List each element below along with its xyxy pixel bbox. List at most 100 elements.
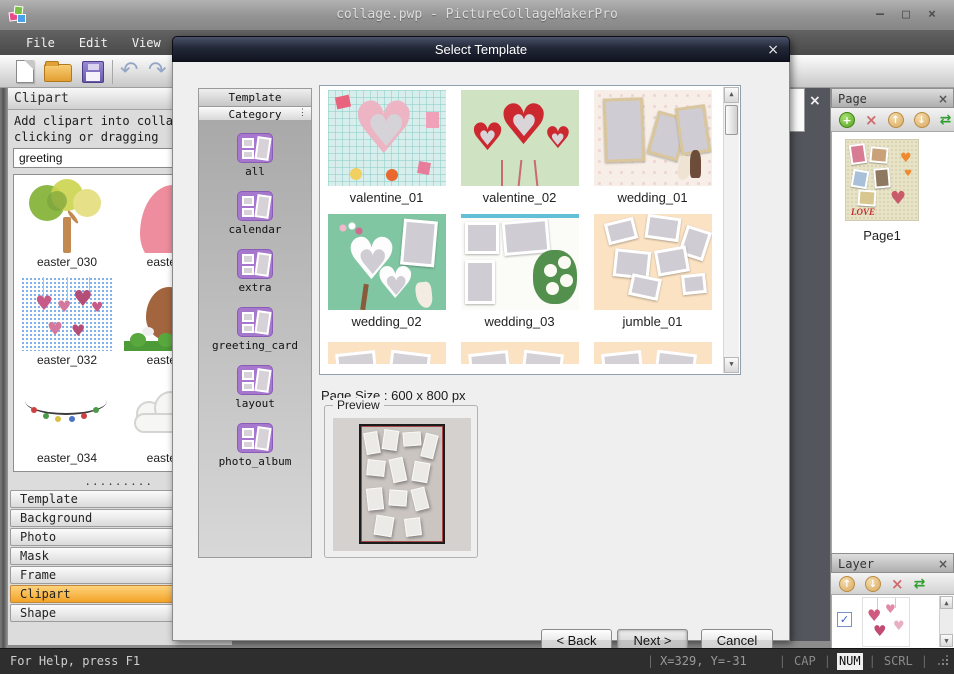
template-label: valentine_01 [349,190,424,205]
template-thumb-wedding-02 [327,214,446,310]
layer-list: ✓ ▲ ▼ [831,595,954,648]
scroll-up-icon[interactable]: ▲ [724,87,739,103]
template-item[interactable]: wedding_02 [320,214,453,334]
left-edge-splitter[interactable] [0,88,8,648]
category-collage-icon [237,365,273,395]
page1-label: Page1 [863,228,901,243]
clipart-thumb-hearts [21,277,113,351]
clipart-item[interactable]: easter_034 [17,373,117,471]
clipart-item[interactable]: easter_030 [17,177,117,275]
add-page-icon[interactable]: + [839,111,855,128]
template-thumb-wedding-03 [460,214,579,310]
clipart-thumb-lights-garland [21,375,113,449]
delete-page-icon[interactable]: × [865,112,878,128]
clipart-label: easter_032 [36,353,98,367]
category-collage-icon [237,307,273,337]
template-item[interactable]: wedding_01 [586,90,719,210]
dialog-close-icon[interactable]: × [767,37,779,63]
move-page-down-icon[interactable]: ↓ [913,111,930,128]
delete-layer-icon[interactable]: × [891,576,904,592]
maximize-icon[interactable]: □ [894,0,918,30]
refresh-layers-icon[interactable]: ⇄ [914,576,926,592]
category-panel-header: Template Category [199,89,311,121]
template-item[interactable]: jumble_01 [586,214,719,334]
category-calendar[interactable]: calendar [199,191,311,236]
tab-frame[interactable]: Frame [10,566,175,584]
category-greeting-card[interactable]: greeting_card [199,307,311,352]
category-layout[interactable]: layout [199,365,311,410]
tab-background[interactable]: Background [10,509,175,527]
redo-icon[interactable]: ↷ [148,59,166,83]
preview-page-image [359,424,445,544]
title-bar: collage.pwp - PictureCollageMakerPro – □… [0,0,954,30]
minimize-icon[interactable]: – [868,0,892,30]
category-label: calendar [228,223,282,236]
category-label: extra [238,281,272,294]
tab-mask[interactable]: Mask [10,547,175,565]
category-collage-icon [237,249,273,279]
page1-thumbnail[interactable]: LOVE [846,140,918,220]
app-window: collage.pwp - PictureCollageMakerPro – □… [0,0,954,674]
template-item[interactable]: valentine_01 [320,90,453,210]
tab-photo[interactable]: Photo [10,528,175,546]
scroll-up-icon[interactable]: ▲ [940,596,953,609]
status-bar: For Help, press F1 | X=329, Y=-31 | CAP … [0,648,954,674]
workspace-close-icon[interactable]: × [809,93,821,109]
category-label: greeting_card [211,339,299,352]
menu-view[interactable]: View [122,33,171,53]
layer-scrollbar[interactable]: ▲ ▼ [939,596,953,647]
tab-clipart[interactable]: Clipart [10,585,175,603]
template-item[interactable]: wedding_03 [453,214,586,334]
caps-lock-indicator: CAP [794,654,816,668]
clipart-thumb-tree [21,179,113,253]
dialog-title: Select Template [434,42,528,57]
clipart-label: easter_030 [36,255,98,269]
template-grid: valentine_01 valentine_02 wedding_01 wed… [320,86,722,364]
cursor-coordinates: X=329, Y=-31 [660,654,747,668]
scrollbar-thumb[interactable] [725,105,738,135]
template-item-partial[interactable] [586,338,719,364]
move-layer-up-icon[interactable]: ↑ [839,575,855,592]
status-help-text: For Help, press F1 [10,654,141,668]
page-panel-close-icon[interactable]: × [938,89,948,109]
scroll-down-icon[interactable]: ▼ [724,357,739,373]
template-item-partial[interactable] [453,338,586,364]
template-item[interactable]: valentine_02 [453,90,586,210]
new-document-icon[interactable] [16,60,34,83]
category-extra[interactable]: extra [199,249,311,294]
page-panel-title: Page [838,92,867,106]
menu-edit[interactable]: Edit [69,33,118,53]
num-lock-indicator: NUM [836,653,863,670]
refresh-pages-icon[interactable]: ⇄ [940,112,952,128]
template-scrollbar[interactable]: ▲ ▼ [723,87,739,373]
move-page-up-icon[interactable]: ↑ [887,111,904,128]
menu-file[interactable]: File [16,33,65,53]
category-photo-album[interactable]: photo_album [199,423,311,468]
page-thumb-love-text: LOVE [851,207,876,217]
resource-tabs: Template Background Photo Mask Frame Cli… [10,490,175,623]
scroll-down-icon[interactable]: ▼ [940,634,953,647]
layer-toolbar: ↑ ↓ × ⇄ [831,573,954,595]
category-list: all calendar extra greeting_card layout … [199,121,311,557]
close-icon[interactable]: × [920,0,944,30]
tab-shape[interactable]: Shape [10,604,175,622]
layer-panel-close-icon[interactable]: × [938,554,948,574]
page-list: LOVE Page1 [831,132,954,553]
move-layer-down-icon[interactable]: ↓ [865,575,881,592]
tab-template[interactable]: Template [10,490,175,508]
toolbar-separator [112,60,113,84]
category-collage-icon [237,191,273,221]
layer-visibility-checkbox[interactable]: ✓ [837,612,852,627]
open-folder-icon[interactable] [44,61,72,82]
template-category-panel: Template Category ⋮ all calendar extra g… [198,88,312,558]
clipart-item-selected[interactable]: easter_032 [17,275,117,373]
resize-grip[interactable] [938,657,948,667]
layer-thumbnail[interactable] [862,597,910,647]
category-all[interactable]: all [199,133,311,178]
template-thumb-jumble-01 [593,214,712,310]
template-item-partial[interactable] [320,338,453,364]
undo-icon[interactable]: ↶ [120,59,138,83]
save-icon[interactable] [82,61,104,83]
template-thumb-valentine-01 [327,90,446,186]
overflow-menu-icon[interactable]: ⋮ [298,108,307,118]
